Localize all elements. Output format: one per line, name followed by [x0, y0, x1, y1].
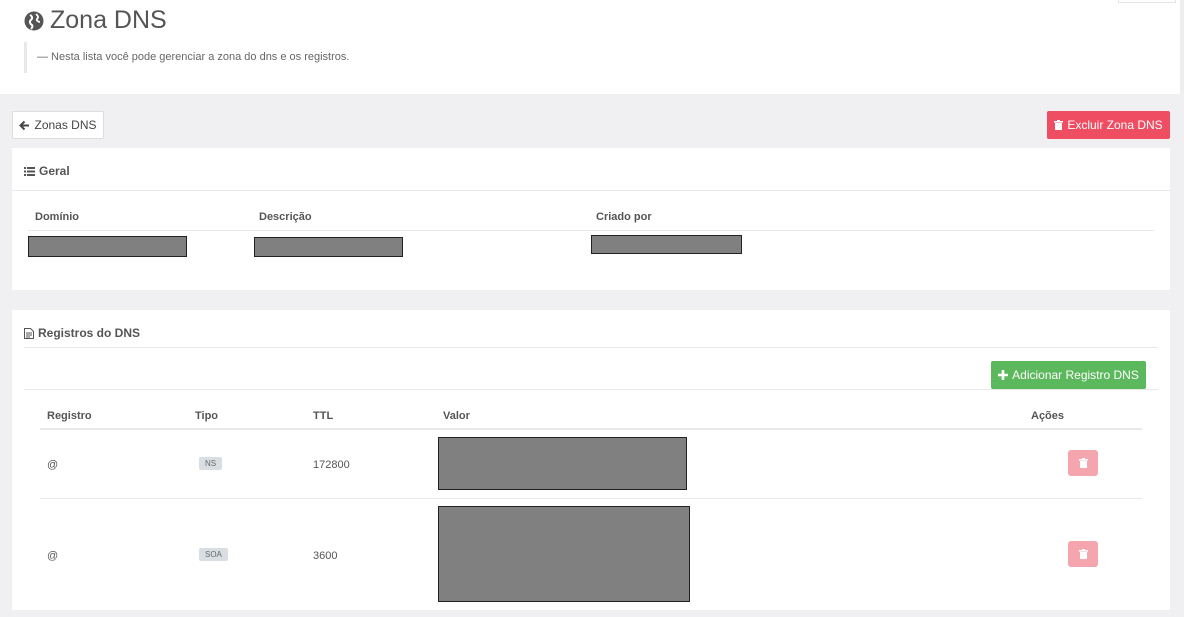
trash-icon — [1078, 549, 1088, 559]
redacted-description — [254, 237, 403, 257]
page-title-group: Zona DNS — [24, 6, 167, 35]
geral-title: Geral — [39, 164, 70, 178]
add-dns-record-label: Adicionar Registro DNS — [1012, 368, 1139, 382]
dns-records-title: Registros do DNS — [38, 326, 141, 340]
dns-records-header: Registros do DNS — [24, 326, 140, 340]
column-header-registro: Registro — [47, 410, 92, 422]
column-header-descricao: Descrição — [259, 211, 312, 223]
delete-zone-label: Excluir Zona DNS — [1067, 118, 1163, 132]
geral-panel — [12, 148, 1170, 290]
column-header-tipo: Tipo — [195, 410, 219, 422]
divider — [40, 428, 1142, 430]
trash-icon — [1054, 120, 1064, 130]
divider — [28, 230, 1154, 231]
redacted-record-value — [438, 437, 687, 490]
record-name: @ — [47, 550, 59, 562]
top-right-tab — [1118, 0, 1176, 3]
add-dns-record-button[interactable]: Adicionar Registro DNS — [991, 361, 1146, 389]
back-button[interactable]: Zonas DNS — [12, 111, 104, 139]
column-header-acoes: Ações — [1031, 410, 1065, 422]
divider — [24, 389, 1158, 390]
page-description: — Nesta lista você pode gerenciar a zona… — [24, 42, 349, 73]
plus-icon — [998, 370, 1009, 380]
record-ttl: 172800 — [313, 459, 350, 471]
record-name: @ — [47, 459, 59, 471]
trash-icon — [1078, 458, 1088, 468]
delete-record-button[interactable] — [1068, 450, 1098, 476]
record-type-badge: NS — [199, 457, 223, 470]
divider — [40, 498, 1142, 499]
record-ttl: 3600 — [313, 550, 338, 562]
file-text-icon — [24, 327, 34, 339]
record-type-badge: SOA — [199, 548, 228, 561]
column-header-dominio: Domínio — [35, 211, 79, 223]
column-header-criado-por: Criado por — [596, 211, 652, 223]
delete-record-button[interactable] — [1068, 541, 1098, 567]
divider — [12, 190, 1170, 191]
redacted-created-by — [591, 235, 742, 254]
globe-icon — [24, 11, 44, 30]
redacted-record-value — [438, 506, 690, 602]
list-icon — [24, 166, 35, 176]
redacted-domain — [28, 236, 187, 257]
column-header-ttl: TTL — [313, 410, 334, 422]
back-button-label: Zonas DNS — [34, 118, 97, 132]
delete-zone-button[interactable]: Excluir Zona DNS — [1047, 111, 1170, 139]
geral-panel-header: Geral — [24, 164, 70, 178]
page-title: Zona DNS — [50, 6, 167, 34]
page-header: Zona DNS — Nesta lista você pode gerenci… — [0, 0, 1184, 94]
arrow-left-icon — [19, 120, 30, 130]
column-header-valor: Valor — [443, 410, 470, 422]
divider — [24, 347, 1158, 348]
